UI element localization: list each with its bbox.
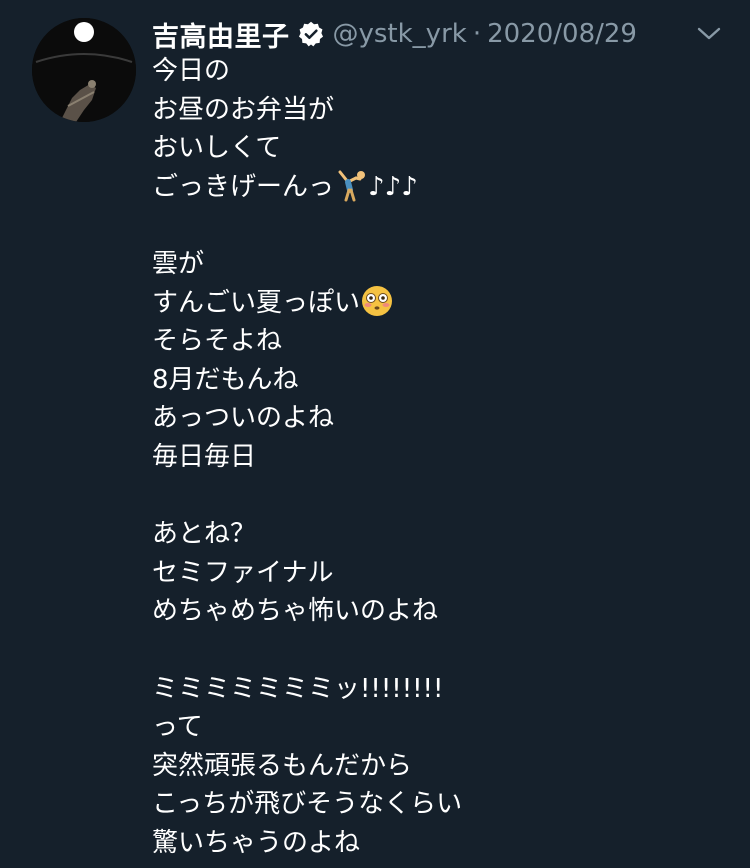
tweet-line: 雲が — [152, 248, 205, 279]
chevron-down-icon — [697, 27, 721, 40]
tweet-line: あとね？ — [152, 519, 257, 550]
tweet-line: あっついのよね — [152, 403, 335, 434]
flushed-face-emoji-icon — [360, 284, 394, 318]
avatar-image — [32, 18, 136, 122]
tweet-line: セミファイナル — [152, 557, 334, 588]
tweet-line-text: すんごい夏っぽい — [152, 287, 361, 318]
tweet-line-with-emoji: ごっきげーんっ ♪♪♪ — [152, 168, 732, 207]
tweet-line: 驚いちゃうのよね — [152, 827, 361, 858]
tweet-line-text: ごっきげーんっ — [152, 171, 335, 202]
tweet-line: 毎日毎日 — [152, 441, 257, 472]
tweet-text: 今日の お昼のお弁当が おいしくて ごっきげーんっ ♪♪♪ 雲が すんごい夏っぽ… — [152, 52, 732, 862]
tweet-line-with-emoji: すんごい夏っぽい — [152, 284, 732, 323]
tweet-menu-button[interactable] — [694, 20, 724, 48]
tweet-line: お昼のお弁当が — [152, 94, 335, 125]
verified-badge-icon — [297, 20, 325, 48]
tweet-line: 今日の — [152, 56, 231, 86]
music-notes: ♪♪♪ — [368, 171, 418, 202]
tweet-line: めちゃめちゃ怖いのよね — [152, 596, 439, 627]
tweet-line: 突然頑張るもんだから — [152, 750, 413, 781]
author-handle[interactable]: @ystk_yrk — [333, 19, 467, 49]
tweet-header: 吉高由里子 @ystk_yrk · 2020/08/29 — [152, 14, 637, 54]
tweet-line: こっちが飛びそうなくらい — [152, 789, 463, 820]
tweet-line: ミミミミミミミッ!!!!!!!! — [152, 673, 444, 704]
tweet-line: 8月だもんね — [152, 364, 299, 395]
tweet-date[interactable]: 2020/08/29 — [487, 19, 637, 49]
author-name[interactable]: 吉高由里子 — [152, 15, 290, 54]
tweet-line: おいしくて — [152, 133, 282, 164]
cartwheel-emoji-icon — [334, 168, 368, 202]
header-separator: · — [472, 19, 482, 49]
tweet-line: そらそよね — [152, 326, 283, 357]
avatar[interactable] — [32, 18, 136, 122]
tweet-line: って — [152, 712, 203, 743]
